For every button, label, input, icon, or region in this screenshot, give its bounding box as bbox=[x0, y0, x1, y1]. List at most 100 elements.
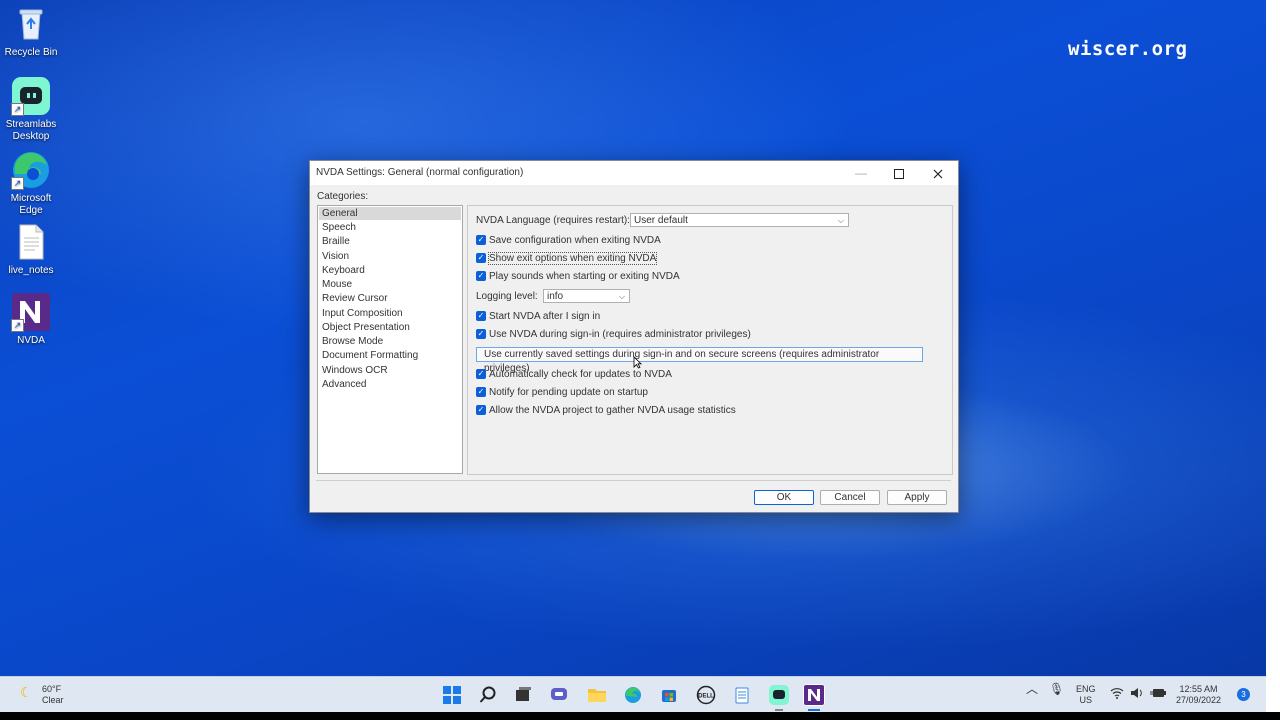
edge-taskbar-button[interactable] bbox=[622, 684, 644, 706]
edge-icon bbox=[625, 687, 641, 703]
dialog-title: NVDA Settings: General (normal configura… bbox=[316, 167, 524, 178]
search-button[interactable] bbox=[477, 684, 499, 706]
checkbox-checked-icon: ✓ bbox=[476, 311, 486, 322]
letterbox-bottom bbox=[0, 712, 1280, 720]
category-keyboard[interactable]: Keyboard bbox=[318, 264, 462, 278]
checkbox-auto-check-updates[interactable]: ✓ Automatically check for updates to NVDA bbox=[476, 368, 672, 382]
checkbox-checked-icon: ✓ bbox=[476, 253, 486, 264]
category-general[interactable]: General bbox=[319, 207, 461, 220]
shortcut-arrow-icon: ↗ bbox=[11, 319, 24, 332]
category-object-presentation[interactable]: Object Presentation bbox=[318, 321, 462, 335]
shortcut-arrow-icon: ↗ bbox=[11, 177, 24, 190]
category-advanced[interactable]: Advanced bbox=[318, 378, 462, 392]
category-vision[interactable]: Vision bbox=[318, 250, 462, 264]
checkbox-label: Show exit options when exiting NVDA bbox=[487, 252, 658, 265]
weather-widget[interactable]: ☾ 60°F Clear bbox=[20, 684, 64, 706]
desktop-icon-label: Streamlabs Desktop bbox=[5, 119, 57, 142]
use-saved-settings-button[interactable]: Use currently saved settings during sign… bbox=[476, 347, 923, 374]
chat-icon bbox=[551, 688, 567, 700]
start-button[interactable] bbox=[441, 684, 463, 706]
volume-button[interactable] bbox=[1130, 687, 1144, 702]
checkbox-play-sounds[interactable]: ✓ Play sounds when starting or exiting NV… bbox=[476, 270, 680, 284]
chevron-up-icon: ︿ bbox=[1026, 682, 1039, 696]
close-icon bbox=[933, 169, 943, 179]
desktop-icon-label: NVDA bbox=[17, 335, 45, 346]
store-button[interactable] bbox=[658, 684, 680, 706]
checkbox-label: Automatically check for updates to NVDA bbox=[489, 369, 672, 380]
checkbox-checked-icon: ✓ bbox=[476, 329, 486, 340]
category-windows-ocr[interactable]: Windows OCR bbox=[318, 364, 462, 378]
minimize-button[interactable]: — bbox=[842, 161, 880, 185]
desktop-icon-live-notes[interactable]: live_notes bbox=[0, 222, 62, 277]
checkbox-save-config[interactable]: ✓ Save configuration when exiting NVDA bbox=[476, 234, 661, 248]
category-review-cursor[interactable]: Review Cursor bbox=[318, 292, 462, 306]
nvda-taskbar-button[interactable] bbox=[803, 684, 825, 711]
network-button[interactable] bbox=[1110, 687, 1124, 702]
language-select[interactable]: User default ⌵ bbox=[630, 213, 849, 227]
checkbox-label: Save configuration when exiting NVDA bbox=[489, 235, 661, 246]
task-view-icon bbox=[516, 687, 531, 701]
category-braille[interactable]: Braille bbox=[318, 235, 462, 249]
category-mouse[interactable]: Mouse bbox=[318, 278, 462, 292]
category-input-composition[interactable]: Input Composition bbox=[318, 307, 462, 321]
cancel-button[interactable]: Cancel bbox=[820, 490, 880, 505]
streamlabs-icon: ↗ bbox=[11, 76, 51, 116]
desktop-icon-streamlabs[interactable]: ↗ Streamlabs Desktop bbox=[0, 76, 62, 143]
category-speech[interactable]: Speech bbox=[318, 221, 462, 235]
checkbox-checked-icon: ✓ bbox=[476, 387, 486, 398]
shortcut-arrow-icon: ↗ bbox=[11, 103, 24, 116]
maximize-icon bbox=[894, 168, 904, 179]
dell-app-button[interactable]: DELL bbox=[695, 684, 717, 706]
clock-date: 27/09/2022 bbox=[1176, 695, 1222, 705]
weather-temp: 60°F bbox=[42, 684, 62, 694]
checkbox-label: Play sounds when starting or exiting NVD… bbox=[489, 271, 680, 282]
categories-label: Categories: bbox=[317, 191, 369, 202]
weather-desc: Clear bbox=[42, 695, 64, 705]
recycle-bin-icon bbox=[11, 4, 51, 44]
running-indicator bbox=[775, 709, 783, 711]
checkbox-label: Notify for pending update on startup bbox=[489, 387, 648, 398]
microphone-icon: 🎙 bbox=[1049, 682, 1065, 696]
checkbox-checked-icon: ✓ bbox=[476, 369, 486, 380]
clock[interactable]: 12:55 AM 27/09/2022 bbox=[1176, 684, 1221, 706]
input-language-button[interactable]: ENG US bbox=[1076, 684, 1096, 706]
show-hidden-icons-button[interactable]: ︿ bbox=[1026, 682, 1039, 696]
category-browse-mode[interactable]: Browse Mode bbox=[318, 335, 462, 349]
streamlabs-taskbar-button[interactable] bbox=[768, 684, 790, 711]
desktop-icon-recycle-bin[interactable]: Recycle Bin bbox=[0, 4, 62, 59]
category-document-formatting[interactable]: Document Formatting bbox=[318, 349, 462, 363]
text-file-icon bbox=[11, 222, 51, 262]
windows-logo-icon bbox=[443, 686, 461, 704]
title-bar[interactable]: NVDA Settings: General (normal configura… bbox=[310, 161, 958, 185]
desktop-icon-edge[interactable]: ↗ Microsoft Edge bbox=[0, 150, 62, 217]
checkbox-usage-statistics[interactable]: ✓ Allow the NVDA project to gather NVDA u… bbox=[476, 404, 736, 418]
categories-list[interactable]: General Speech Braille Vision Keyboard M… bbox=[317, 205, 463, 474]
separator bbox=[316, 480, 951, 481]
desktop-icon-nvda[interactable]: ↗ NVDA bbox=[0, 292, 62, 347]
streamlabs-icon bbox=[769, 685, 789, 705]
lang-top: ENG bbox=[1076, 684, 1096, 694]
maximize-button[interactable] bbox=[880, 161, 918, 185]
checkbox-label: Start NVDA after I sign in bbox=[489, 311, 601, 322]
checkbox-start-after-sign-in[interactable]: ✓ Start NVDA after I sign in bbox=[476, 310, 600, 324]
speaker-icon bbox=[1131, 688, 1142, 698]
checkbox-label: Allow the NVDA project to gather NVDA us… bbox=[489, 405, 736, 416]
apply-button[interactable]: Apply bbox=[887, 490, 947, 505]
notepad-button[interactable] bbox=[731, 684, 753, 706]
notification-badge[interactable]: 3 bbox=[1237, 688, 1250, 701]
clock-time: 12:55 AM bbox=[1179, 684, 1218, 694]
dell-logo-icon: DELL bbox=[696, 685, 716, 705]
file-explorer-button[interactable] bbox=[586, 684, 608, 706]
checkbox-use-during-sign-in[interactable]: ✓ Use NVDA during sign-in (requires admin… bbox=[476, 328, 751, 342]
logging-level-select[interactable]: info ⌵ bbox=[543, 289, 630, 303]
checkbox-notify-pending-update[interactable]: ✓ Notify for pending update on startup bbox=[476, 386, 648, 400]
battery-button[interactable] bbox=[1150, 687, 1166, 702]
close-button[interactable] bbox=[919, 161, 957, 185]
taskbar: ☾ 60°F Clear DELL ︿ 🎙 ENG US 12:55 AM 27… bbox=[0, 676, 1266, 713]
ok-button[interactable]: OK bbox=[754, 490, 814, 505]
checkbox-show-exit-options[interactable]: ✓ Show exit options when exiting NVDA bbox=[476, 252, 658, 266]
checkbox-checked-icon: ✓ bbox=[476, 271, 486, 282]
task-view-button[interactable] bbox=[512, 684, 534, 706]
chat-button[interactable] bbox=[548, 684, 570, 706]
microphone-button[interactable]: 🎙 bbox=[1049, 682, 1065, 696]
